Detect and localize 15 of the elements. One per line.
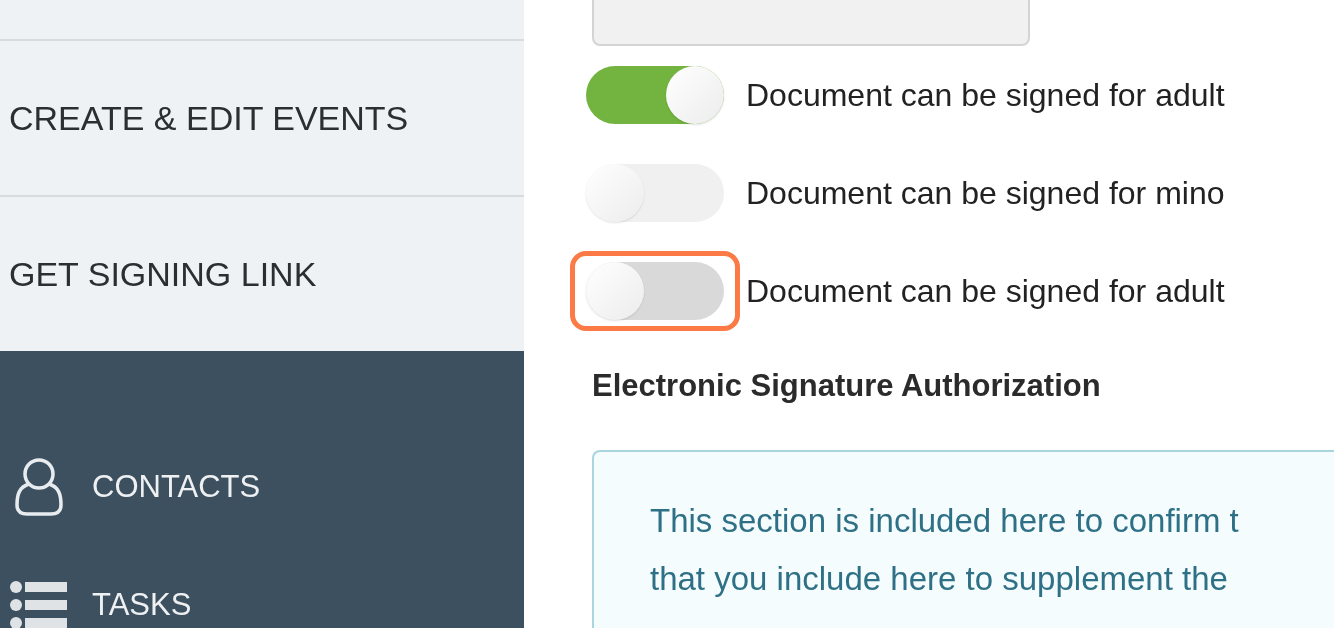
number-input-field[interactable]: [592, 0, 1030, 46]
toggle-switch[interactable]: [586, 66, 724, 124]
info-text: This section is included here to confirm t: [650, 501, 1240, 541]
section-heading: Electronic Signature Authorization: [592, 368, 1102, 404]
sidebar-menu-item[interactable]: CREATE & EDIT EVENTS: [0, 41, 524, 197]
toggle-label: Document can be signed for adult: [746, 76, 1225, 114]
list-icon: [8, 580, 70, 628]
sidebar-menu-item[interactable]: GET SIGNING LINK: [0, 197, 524, 351]
toggle-label: Document can be signed for mino: [746, 174, 1225, 212]
nav-link[interactable]: CONTACTS: [92, 469, 261, 505]
nav-link[interactable]: TASKS: [92, 587, 192, 623]
toggle-label: Document can be signed for adult: [746, 272, 1225, 310]
info-text: that you include here to supplement the: [650, 559, 1229, 599]
toggle-switch[interactable]: [586, 262, 724, 320]
toggle-switch[interactable]: [586, 164, 724, 222]
